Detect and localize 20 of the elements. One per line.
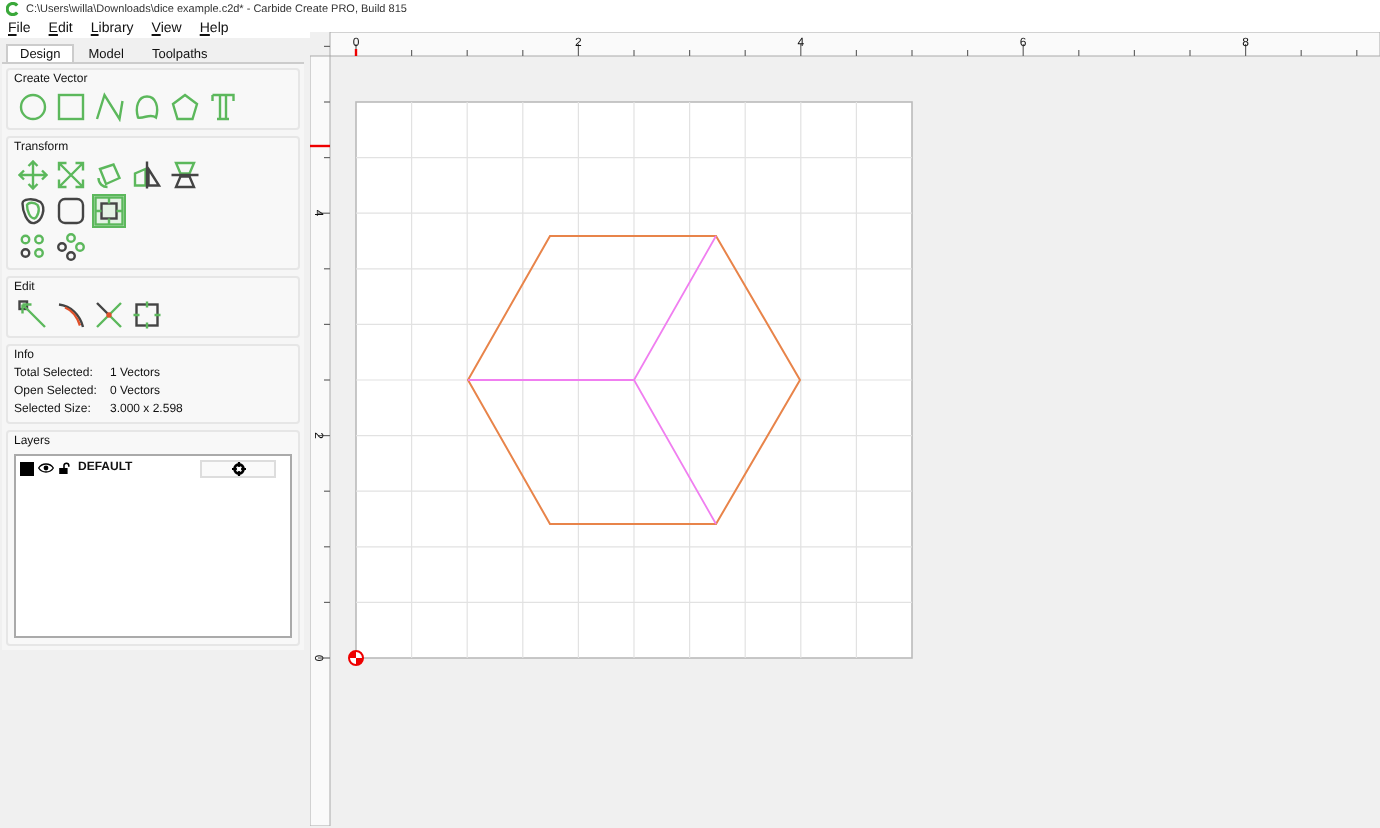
trim-cross-icon[interactable]	[94, 300, 124, 330]
offset-shape-icon[interactable]	[18, 196, 48, 226]
eye-icon[interactable]	[38, 462, 54, 474]
smooth-curve-icon[interactable]	[56, 300, 86, 330]
cursor-marker	[354, 49, 358, 56]
grid-array-icon[interactable]	[18, 232, 48, 262]
layer-color-swatch[interactable]	[20, 461, 34, 475]
align-icon[interactable]	[170, 160, 200, 190]
app-logo-icon	[6, 2, 20, 16]
rounded-square-icon[interactable]	[56, 196, 86, 226]
boolean-square-icon[interactable]	[94, 196, 124, 226]
node-edit-icon[interactable]	[18, 300, 48, 330]
bounding-box-icon[interactable]	[132, 300, 162, 330]
mirror-icon[interactable]	[132, 160, 162, 190]
cursor-marker	[310, 144, 330, 148]
circular-array-icon[interactable]	[56, 232, 86, 262]
unlocked-lock-icon[interactable]	[58, 462, 70, 474]
layer-settings-button[interactable]	[200, 459, 276, 477]
origin-marker-icon	[348, 650, 364, 666]
gear-icon	[231, 461, 245, 475]
